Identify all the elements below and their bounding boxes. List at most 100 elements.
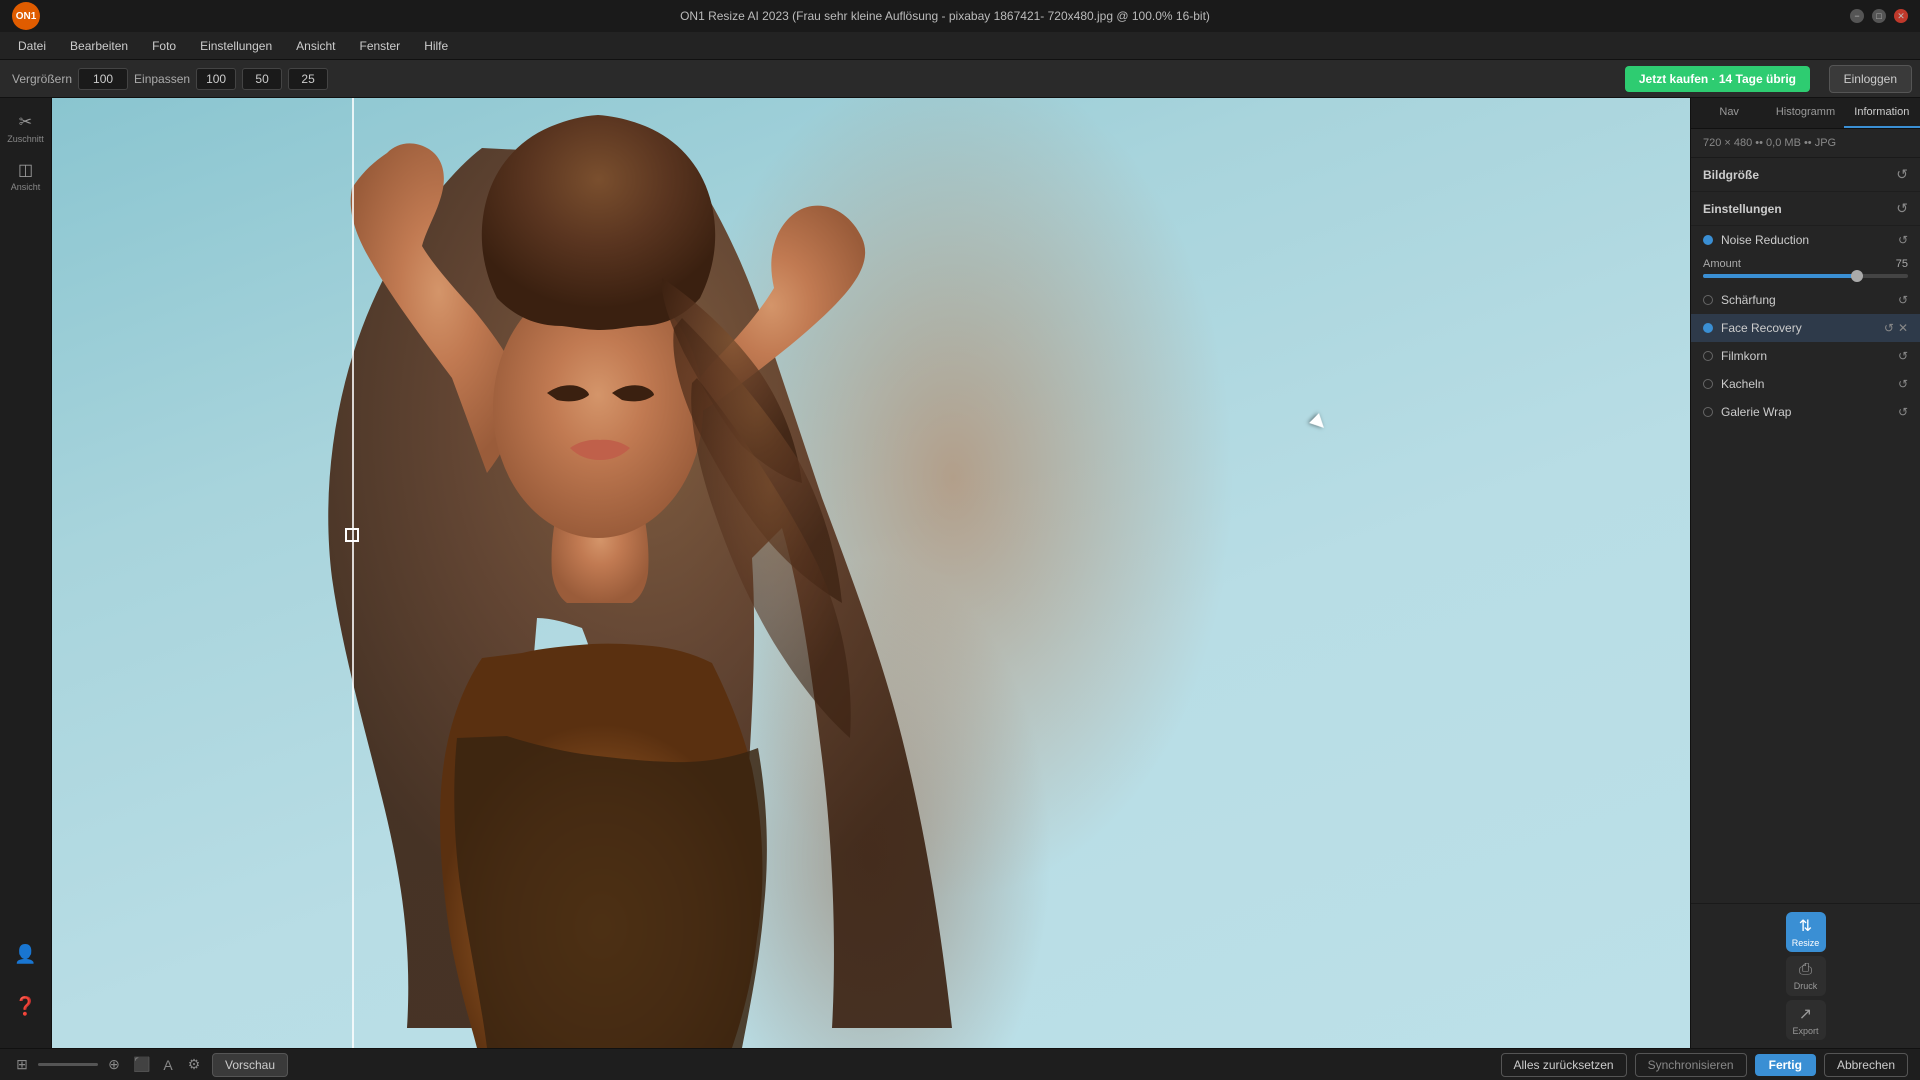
- druck-btn-label: Druck: [1794, 981, 1818, 991]
- face-recovery-reset[interactable]: ↺: [1884, 321, 1894, 335]
- menu-bar: Datei Bearbeiten Foto Einstellungen Ansi…: [0, 32, 1920, 60]
- amount-value: 75: [1896, 258, 1908, 270]
- galerie-wrap-dot: [1703, 407, 1713, 417]
- galerie-wrap-reset[interactable]: ↺: [1898, 405, 1908, 419]
- noise-reduction-label: Noise Reduction: [1721, 233, 1890, 247]
- tool-ansicht[interactable]: ◫ Ansicht: [4, 154, 48, 198]
- menu-einstellungen[interactable]: Einstellungen: [190, 35, 282, 57]
- help-icon: ❓: [14, 996, 36, 1017]
- noise-reduction-reset[interactable]: ↺: [1898, 233, 1908, 247]
- bottom-left: ⊞ ⊕ ⬛ A ⚙ Vorschau: [12, 1053, 288, 1077]
- schaerfung-label: Schärfung: [1721, 293, 1890, 307]
- bildgroesse-title: Bildgröße: [1703, 168, 1759, 182]
- maximize-button[interactable]: □: [1872, 9, 1886, 23]
- menu-fenster[interactable]: Fenster: [350, 35, 411, 57]
- cancel-button[interactable]: Abbrechen: [1824, 1053, 1908, 1077]
- face-recovery-close[interactable]: ✕: [1898, 321, 1908, 335]
- settings-icon-btn[interactable]: ⚙: [184, 1055, 204, 1075]
- woman-svg: [102, 98, 1152, 1048]
- title-bar: ON1 ON1 Resize AI 2023 (Frau sehr kleine…: [0, 0, 1920, 32]
- face-recovery-label: Face Recovery: [1721, 321, 1876, 335]
- image-info: 720 × 480 •• 0,0 MB •• JPG: [1691, 129, 1920, 158]
- sync-button[interactable]: Synchronisieren: [1635, 1053, 1747, 1077]
- panel-item-filmkorn[interactable]: Filmkorn ↺: [1691, 342, 1920, 370]
- grid-icon-btn[interactable]: ⊞: [12, 1055, 32, 1075]
- einpassen-label: Einpassen: [134, 72, 190, 86]
- close-button[interactable]: ✕: [1894, 9, 1908, 23]
- menu-foto[interactable]: Foto: [142, 35, 186, 57]
- export-btn-label: Export: [1792, 1026, 1818, 1036]
- panel-item-kacheln[interactable]: Kacheln ↺: [1691, 370, 1920, 398]
- amount-label: Amount: [1703, 258, 1741, 270]
- panel-item-schaerfung[interactable]: Schärfung ↺: [1691, 286, 1920, 314]
- help-icon-btn[interactable]: ❓: [4, 984, 48, 1028]
- zuschnitt-icon: ✂: [19, 112, 32, 132]
- zuschnitt-label: Zuschnitt: [7, 134, 44, 144]
- bottom-icons: ⊞ ⊕: [12, 1055, 124, 1075]
- ansicht-icon: ◫: [18, 160, 33, 180]
- toolbar: Vergrößern Einpassen 100 50 25 Jetzt kau…: [0, 60, 1920, 98]
- menu-datei[interactable]: Datei: [8, 35, 56, 57]
- bottom-right: Alles zurücksetzen Synchronisieren Ferti…: [1501, 1053, 1908, 1077]
- left-sidebar: ✂ Zuschnitt ◫ Ansicht 👤 ❓: [0, 98, 52, 1048]
- val2: 50: [242, 68, 282, 90]
- amount-slider-track[interactable]: [1703, 274, 1908, 278]
- user-icon: 👤: [14, 944, 36, 965]
- filmkorn-dot: [1703, 351, 1713, 361]
- type-icon-btn[interactable]: A: [158, 1055, 178, 1075]
- split-handle[interactable]: [345, 528, 359, 542]
- vergroessern-label: Vergrößern: [12, 72, 72, 86]
- section-bildgroesse[interactable]: Bildgröße ↺: [1691, 158, 1920, 192]
- split-line: [352, 98, 354, 1048]
- tool-zuschnitt[interactable]: ✂ Zuschnitt: [4, 106, 48, 150]
- druck-action-btn[interactable]: ⎙ Druck: [1786, 956, 1826, 996]
- kacheln-reset[interactable]: ↺: [1898, 377, 1908, 391]
- menu-bearbeiten[interactable]: Bearbeiten: [60, 35, 138, 57]
- reset-all-button[interactable]: Alles zurücksetzen: [1501, 1053, 1627, 1077]
- filmkorn-label: Filmkorn: [1721, 349, 1890, 363]
- buy-button[interactable]: Jetzt kaufen · 14 Tage übrig: [1625, 66, 1810, 92]
- right-actions: ⇅ Resize ⎙ Druck ↗ Export: [1691, 903, 1920, 1048]
- ansicht-label: Ansicht: [11, 182, 41, 192]
- amount-slider-row: Amount 75: [1691, 254, 1920, 286]
- schaerfung-dot: [1703, 295, 1713, 305]
- app-logo: ON1: [12, 2, 40, 30]
- zoom-icon-btn[interactable]: ⊕: [104, 1055, 124, 1075]
- minimize-button[interactable]: −: [1850, 9, 1864, 23]
- tab-histogramm[interactable]: Histogramm: [1767, 98, 1843, 128]
- amount-slider-fill: [1703, 274, 1857, 278]
- einstellungen-title: Einstellungen: [1703, 202, 1782, 216]
- kacheln-label: Kacheln: [1721, 377, 1890, 391]
- kacheln-dot: [1703, 379, 1713, 389]
- panel-item-face-recovery[interactable]: Face Recovery ↺ ✕: [1691, 314, 1920, 342]
- export-icon: ↗: [1799, 1004, 1812, 1024]
- done-button[interactable]: Fertig: [1755, 1054, 1816, 1076]
- menu-ansicht[interactable]: Ansicht: [286, 35, 345, 57]
- menu-hilfe[interactable]: Hilfe: [414, 35, 458, 57]
- tab-information[interactable]: Information: [1844, 98, 1920, 128]
- panel-item-noise-reduction[interactable]: Noise Reduction ↺: [1691, 226, 1920, 254]
- section-einstellungen[interactable]: Einstellungen ↺: [1691, 192, 1920, 226]
- preview-button[interactable]: Vorschau: [212, 1053, 288, 1077]
- main-layout: ✂ Zuschnitt ◫ Ansicht 👤 ❓: [0, 98, 1920, 1048]
- vergroessern-input[interactable]: [78, 68, 128, 90]
- einstellungen-reset[interactable]: ↺: [1896, 200, 1908, 217]
- resize-action-btn[interactable]: ⇅ Resize: [1786, 912, 1826, 952]
- val3: 25: [288, 68, 328, 90]
- zoom-slider[interactable]: [38, 1063, 98, 1066]
- export-action-btn[interactable]: ↗ Export: [1786, 1000, 1826, 1040]
- on1-logo: ON1: [12, 2, 40, 30]
- bottom-bar: ⊞ ⊕ ⬛ A ⚙ Vorschau Alles zurücksetzen Sy…: [0, 1048, 1920, 1080]
- schaerfung-reset[interactable]: ↺: [1898, 293, 1908, 307]
- user-icon-btn[interactable]: 👤: [4, 932, 48, 976]
- window-title: ON1 Resize AI 2023 (Frau sehr kleine Auf…: [40, 9, 1850, 23]
- frame-icon-btn[interactable]: ⬛: [132, 1055, 152, 1075]
- tab-nav[interactable]: Nav: [1691, 98, 1767, 128]
- canvas-area[interactable]: [52, 98, 1690, 1048]
- login-button[interactable]: Einloggen: [1829, 65, 1912, 93]
- amount-slider-thumb[interactable]: [1851, 270, 1863, 282]
- panel-item-galerie-wrap[interactable]: Galerie Wrap ↺: [1691, 398, 1920, 426]
- window-controls: − □ ✕: [1850, 9, 1908, 23]
- filmkorn-reset[interactable]: ↺: [1898, 349, 1908, 363]
- bildgroesse-reset[interactable]: ↺: [1896, 166, 1908, 183]
